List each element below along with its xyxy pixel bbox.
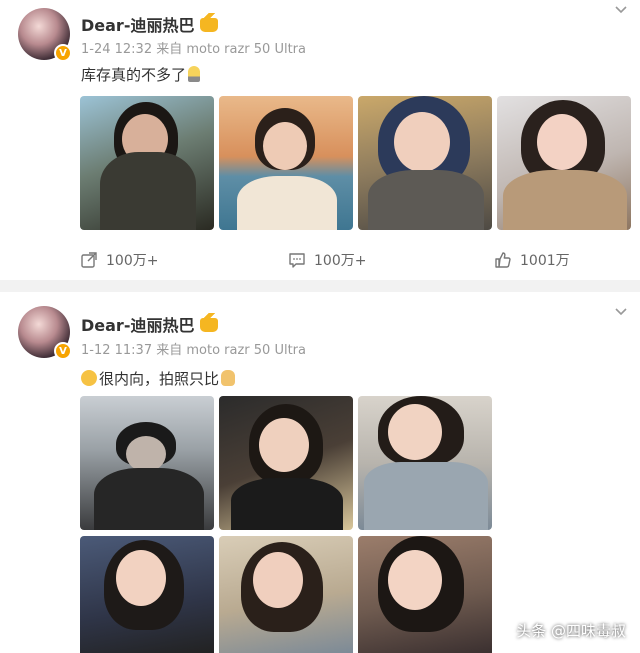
chevron-down-icon[interactable] [614, 304, 628, 318]
like-count: 1001万 [520, 253, 570, 269]
post-image-3[interactable] [358, 396, 492, 530]
thumbs-up-icon [495, 252, 511, 268]
post-meta: 1-24 12:32 来自 moto razr 50 Ultra [81, 42, 306, 57]
username[interactable]: Dear-迪丽热巴 [81, 312, 219, 336]
repost-icon [81, 252, 97, 268]
comment-icon [289, 253, 305, 268]
post-text: 很内向，拍照只比 [81, 368, 236, 389]
chevron-down-icon[interactable] [614, 2, 628, 16]
post-image-3[interactable] [358, 96, 492, 230]
surprised-face-emoji-icon [81, 370, 97, 386]
post-actions: 100万+ 100万+ 1001万 [0, 248, 640, 272]
post-image-1[interactable] [80, 96, 214, 230]
username[interactable]: Dear-迪丽热巴 [81, 12, 219, 36]
post-text-content: 很内向，拍照只比 [99, 370, 220, 388]
post-meta: 1-12 11:37 来自 moto razr 50 Ultra [81, 343, 306, 358]
post-image-6[interactable] [358, 536, 492, 653]
crown-icon [200, 13, 219, 32]
avatar[interactable]: V [18, 306, 72, 360]
post-text-content: 库存真的不多了 [81, 66, 187, 84]
feed-divider [0, 280, 640, 292]
post-image-2[interactable] [219, 396, 353, 530]
feed-post-1: V Dear-迪丽热巴 1-24 12:32 来自 moto razr 50 U… [0, 0, 640, 280]
feed-post-2: V Dear-迪丽热巴 1-12 11:37 来自 moto razr 50 U… [0, 292, 640, 653]
post-image-4[interactable] [80, 536, 214, 653]
watermark: 头条 @四味毒叔 [516, 622, 626, 640]
avatar[interactable]: V [18, 8, 72, 62]
comment-count: 100万+ [314, 253, 367, 269]
repost-count: 100万+ [106, 253, 159, 269]
verified-badge-icon: V [54, 342, 72, 360]
like-button[interactable]: 1001万 [494, 248, 570, 272]
post-image-2[interactable] [219, 96, 353, 230]
repost-button[interactable]: 100万+ [80, 248, 158, 272]
comment-button[interactable]: 100万+ [288, 248, 366, 272]
crown-icon [200, 313, 219, 332]
post-text: 库存真的不多了 [81, 64, 201, 85]
username-text[interactable]: Dear-迪丽热巴 [81, 16, 194, 35]
victory-hand-emoji-icon [221, 370, 236, 386]
verified-badge-icon: V [54, 44, 72, 62]
post-image-4[interactable] [497, 96, 631, 230]
post-image-1[interactable] [80, 396, 214, 530]
post-image-5[interactable] [219, 536, 353, 653]
lightbulb-emoji-icon [188, 66, 201, 82]
username-text[interactable]: Dear-迪丽热巴 [81, 316, 194, 335]
